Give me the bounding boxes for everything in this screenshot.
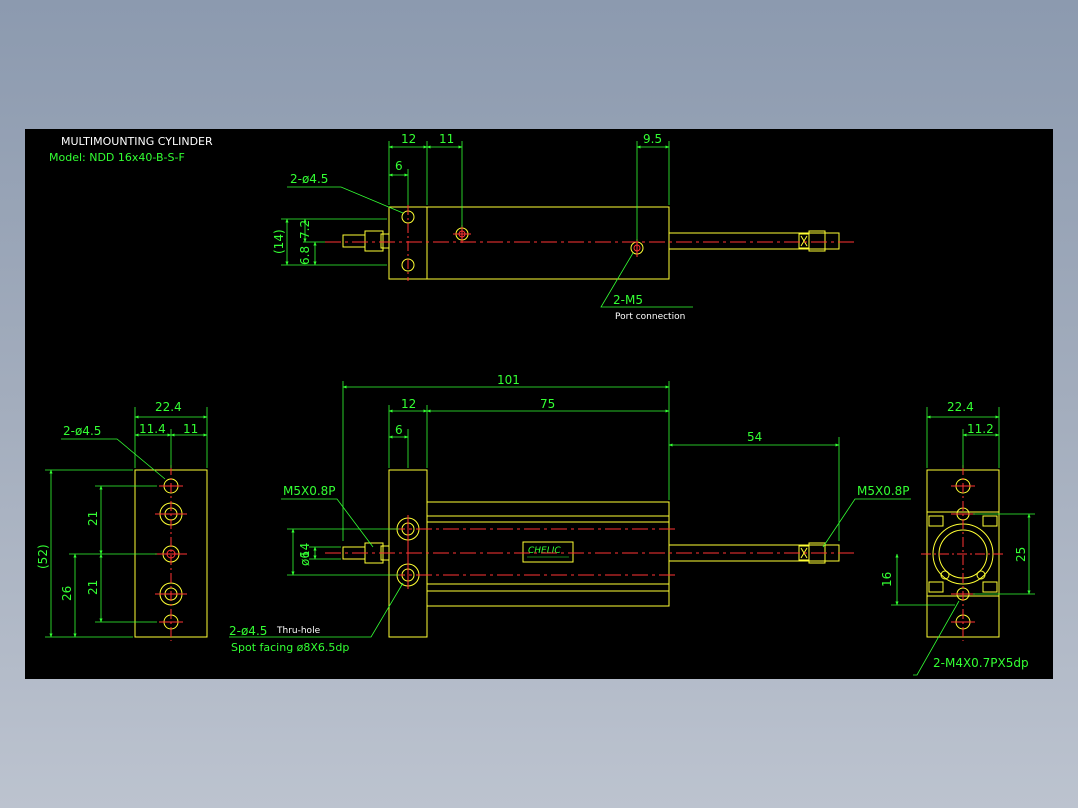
top-dim-7-2: 7.2 (298, 220, 312, 239)
front-logo-text: CHELIC (528, 546, 561, 556)
top-dim-6: 6 (395, 159, 403, 173)
top-left-rod-stub (342, 234, 366, 248)
top-cylinder-body (426, 206, 670, 280)
front-view: CHELIC 101 12 75 6 54 M5X0.8P M5X0.8P 14… (229, 373, 911, 654)
model-label: Model: NDD 16x40-B-S-F (49, 151, 185, 164)
side-dim-52: (52) (36, 544, 50, 569)
top-dim-11: 11 (439, 132, 454, 146)
top-port-note: Port connection (615, 312, 685, 322)
drawing-canvas: MULTIMOUNTING CYLINDER Model: NDD 16x40-… (25, 129, 1053, 679)
top-dim-12: 12 (401, 132, 416, 146)
end-dim-11-2: 11.2 (967, 422, 994, 436)
top-dim-14: (14) (272, 229, 286, 254)
side-dim-22-4: 22.4 (155, 400, 182, 414)
top-dim-9-5: 9.5 (643, 132, 662, 146)
side-view: 22.4 2-ø4.5 11.4 11 (52) 21 21 26 (36, 400, 208, 641)
front-spot-facing: Spot facing ø8X6.5dp (231, 641, 349, 654)
front-dim-75: 75 (540, 397, 555, 411)
top-left-washer (380, 233, 390, 249)
front-hole-callout: 2-ø4.5 (229, 624, 267, 638)
front-port-left: M5X0.8P (283, 484, 336, 498)
end-view: 22.4 11.2 25 16 2-M4X0.7PX5dp (880, 400, 1035, 676)
cad-drawing: MULTIMOUNTING CYLINDER Model: NDD 16x40-… (36, 132, 1035, 676)
side-dim-11-4: 11.4 (139, 422, 166, 436)
top-hole-callout: 2-ø4.5 (290, 172, 328, 186)
drawing-title: MULTIMOUNTING CYLINDER (61, 135, 213, 148)
top-port-callout: 2-M5 (613, 293, 643, 307)
front-dim-101: 101 (497, 373, 520, 387)
top-left-nut (364, 230, 384, 252)
end-dim-22-4: 22.4 (947, 400, 974, 414)
side-hole-callout: 2-ø4.5 (63, 424, 101, 438)
front-dim-12: 12 (401, 397, 416, 411)
front-dim-6: 6 (395, 423, 403, 437)
side-dim-26: 26 (60, 586, 74, 601)
side-dim-21-a: 21 (86, 511, 100, 526)
top-view: 12 11 9.5 6 2-ø4.5 (14) 6.8 7.2 2-M5 Por… (272, 132, 855, 322)
top-piston-rod (668, 232, 840, 250)
front-dim-54: 54 (747, 430, 762, 444)
top-dim-6-8: 6.8 (298, 246, 312, 265)
end-dim-25: 25 (1014, 547, 1028, 562)
front-port-right: M5X0.8P (857, 484, 910, 498)
side-dim-21-b: 21 (86, 580, 100, 595)
end-dim-16: 16 (880, 572, 894, 587)
top-right-nut (808, 230, 826, 252)
side-dim-11: 11 (183, 422, 198, 436)
front-thru-note: Thru-hole (276, 626, 321, 636)
front-dim-phi6: ø6 (298, 551, 312, 566)
end-thread-callout: 2-M4X0.7PX5dp (933, 656, 1029, 670)
title-block: MULTIMOUNTING CYLINDER Model: NDD 16x40-… (49, 135, 213, 164)
